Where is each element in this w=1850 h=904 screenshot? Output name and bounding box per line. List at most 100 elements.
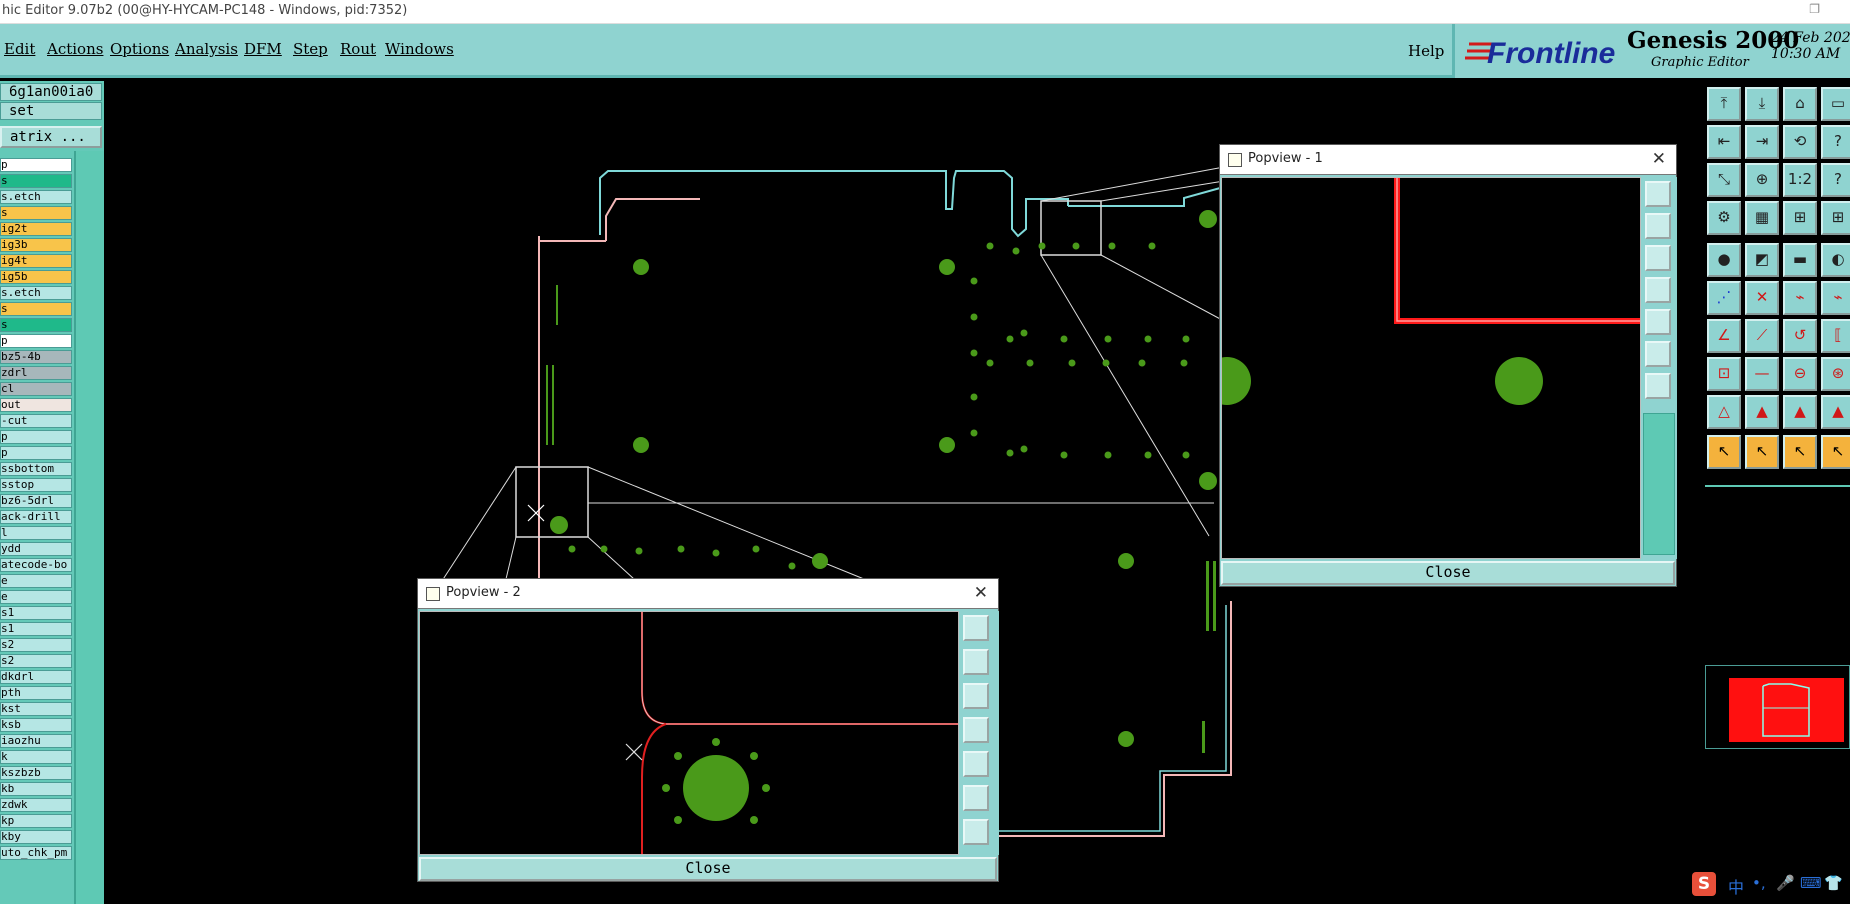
fit-icon[interactable]: ⤡ [1707, 163, 1741, 197]
bracket-icon[interactable]: ⟦ [1821, 319, 1850, 353]
layer-item[interactable]: ssbottom [0, 462, 72, 476]
layer-item[interactable]: out [0, 398, 72, 412]
ime-toolbar[interactable]: S 中 •, 🎤 ⌨ 👕 [1692, 870, 1850, 900]
pv-zoom-out-icon[interactable] [963, 819, 989, 845]
overview-map[interactable] [1705, 665, 1850, 749]
mic-icon[interactable]: 🎤 [1776, 874, 1795, 892]
restore-icon[interactable]: ❐ [1809, 2, 1820, 16]
layer-item[interactable]: -cut [0, 414, 72, 428]
layer-item[interactable]: e [0, 574, 72, 588]
pv-pan-down-icon[interactable] [963, 683, 989, 709]
pv-zoom-fit-icon[interactable] [963, 615, 989, 641]
layer-item[interactable]: p [0, 334, 72, 348]
line-icon[interactable]: ⌁ [1821, 281, 1850, 315]
layer-item[interactable]: bz6-5drl [0, 494, 72, 508]
layer-item[interactable]: ig5b [0, 270, 72, 284]
minus-icon[interactable]: — [1745, 357, 1779, 391]
layer-item[interactable]: cl [0, 382, 72, 396]
layer-item[interactable]: ig3b [0, 238, 72, 252]
pointer3-icon[interactable]: ↖ [1783, 435, 1817, 469]
layer-item[interactable]: ack-drill [0, 510, 72, 524]
measure-icon[interactable]: ⊖ [1783, 357, 1817, 391]
layer-item[interactable]: dkdrl [0, 670, 72, 684]
angle-icon[interactable]: ∠ [1707, 319, 1741, 353]
layer-item[interactable]: e [0, 590, 72, 604]
layer-item[interactable]: kb [0, 782, 72, 796]
sogou-icon[interactable]: S [1692, 872, 1716, 896]
layer-item[interactable]: atecode-bo [0, 558, 72, 572]
layer-item[interactable]: s [0, 318, 72, 332]
layer-item[interactable]: ig2t [0, 222, 72, 236]
pv-scroll[interactable] [1643, 413, 1675, 555]
pv-zoom-in-icon[interactable] [1645, 341, 1671, 367]
undo-zoom-icon[interactable]: ⟲ [1783, 125, 1817, 159]
skin-icon[interactable]: 👕 [1824, 874, 1843, 892]
punct-icon[interactable]: •, [1752, 874, 1766, 892]
popview-2-close-button[interactable]: Close [419, 857, 997, 881]
pv-pan-up-icon[interactable] [1645, 213, 1671, 239]
layer-item[interactable]: sstop [0, 478, 72, 492]
step-name[interactable]: set [0, 102, 102, 120]
pv-zoom-fit-icon[interactable] [1645, 181, 1671, 207]
help-icon[interactable]: ? [1821, 125, 1850, 159]
layer-item[interactable]: s [0, 302, 72, 316]
pv-zoom-out-icon[interactable] [1645, 373, 1671, 399]
snap-icon[interactable]: ⊞ [1783, 201, 1817, 235]
menu-dfm[interactable]: DFM [244, 40, 282, 58]
popview-1-close-button[interactable]: Close [1221, 561, 1675, 585]
center-icon[interactable]: ⊕ [1745, 163, 1779, 197]
layer-item[interactable]: k [0, 750, 72, 764]
help-icon[interactable]: ? [1821, 163, 1850, 197]
layer-scroll-strip[interactable] [74, 151, 104, 904]
layer-item[interactable]: s1 [0, 606, 72, 620]
grid-icon[interactable]: ▦ [1745, 201, 1779, 235]
keyboard-icon[interactable]: ⌨ [1800, 874, 1822, 892]
menu-step[interactable]: Step [293, 40, 328, 58]
move-icon[interactable]: ⌁ [1783, 281, 1817, 315]
pointer-icon[interactable]: ↖ [1707, 435, 1741, 469]
rotate-icon[interactable]: ↺ [1783, 319, 1817, 353]
fill3-icon[interactable]: ▲ [1821, 395, 1850, 429]
layer-item[interactable]: zdwk [0, 798, 72, 812]
layer-item[interactable]: s1 [0, 622, 72, 636]
layer-item[interactable]: zdrl [0, 366, 72, 380]
connect-icon[interactable]: ⋰ [1707, 281, 1741, 315]
pv-pan-left-icon[interactable] [963, 717, 989, 743]
popview-1-view[interactable] [1221, 177, 1641, 559]
menu-analysis[interactable]: Analysis [175, 40, 238, 58]
outline-icon[interactable]: △ [1707, 395, 1741, 429]
pointer2-icon[interactable]: ↖ [1745, 435, 1779, 469]
layer-item[interactable]: bz5-4b [0, 350, 72, 364]
slope-icon[interactable]: ⟋ [1745, 319, 1779, 353]
job-name[interactable]: 6g1an00ia0 [0, 83, 102, 101]
layer-item[interactable]: s [0, 174, 72, 188]
layer-item[interactable]: l [0, 526, 72, 540]
menu-options[interactable]: Options [110, 40, 169, 58]
pan-right-icon[interactable]: ⇥ [1745, 125, 1779, 159]
menu-rout[interactable]: Rout [340, 40, 376, 58]
menu-actions[interactable]: Actions [47, 40, 103, 58]
pv-pan-left-icon[interactable] [1645, 277, 1671, 303]
fill2-icon[interactable]: ▲ [1783, 395, 1817, 429]
layer-item[interactable]: kszbzb [0, 766, 72, 780]
menu-windows[interactable]: Windows [385, 40, 454, 58]
matrix-button[interactable]: atrix ... [0, 126, 102, 148]
layer-item[interactable]: ydd [0, 542, 72, 556]
bottom-view-icon[interactable]: ⤓ [1745, 87, 1779, 121]
home-icon[interactable]: ⌂ [1783, 87, 1817, 121]
menu-help[interactable]: Help [1408, 42, 1444, 60]
top-view-icon[interactable]: ⤒ [1707, 87, 1741, 121]
layer-item[interactable]: uto_chk_pm [0, 846, 72, 860]
scale-icon[interactable]: 1:2 [1783, 163, 1817, 197]
frame-icon[interactable]: ▭ [1821, 87, 1850, 121]
layer-item[interactable]: kp [0, 814, 72, 828]
layer-item[interactable]: ig4t [0, 254, 72, 268]
pv-pan-down-icon[interactable] [1645, 245, 1671, 271]
layer-item[interactable]: p [0, 446, 72, 460]
pv-zoom-in-icon[interactable] [963, 785, 989, 811]
pointer4-icon[interactable]: ↖ [1821, 435, 1850, 469]
delete-icon[interactable]: ✕ [1745, 281, 1779, 315]
popview-2-view[interactable] [419, 611, 959, 855]
snap2-icon[interactable]: ⊞ [1821, 201, 1850, 235]
layer-item[interactable]: s [0, 206, 72, 220]
